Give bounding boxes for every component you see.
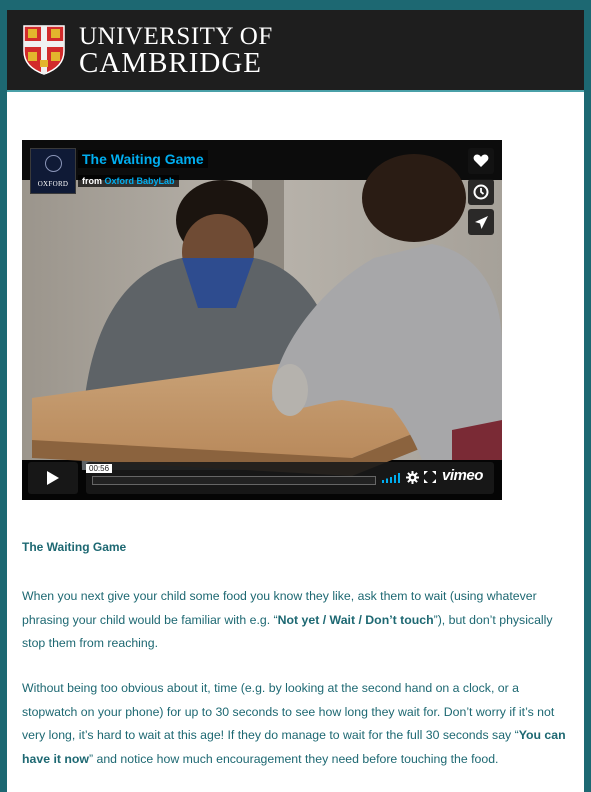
paragraph-2: Without being too obvious about it, time… [22,677,572,771]
article-heading: The Waiting Game [22,540,127,554]
byline-prefix: from [82,176,102,186]
channel-portrait[interactable]: OXFORD [30,148,76,194]
wordmark-line2: CAMBRIDGE [79,47,263,79]
wordmark-line1: UNIVERSITY OF [79,23,273,50]
player-controls: 00:56 vimeo [28,462,496,494]
vimeo-player[interactable]: OXFORD The Waiting Game from Oxford Baby… [22,140,502,500]
gear-icon[interactable] [406,471,419,484]
playbar: 00:56 vimeo [86,462,494,494]
video-byline: from Oxford BabyLab [78,175,179,187]
paragraph-1: When you next give your child some food … [22,585,572,656]
portrait-label: OXFORD [37,180,69,188]
fullscreen-icon[interactable] [424,471,436,483]
site-header: UNIVERSITY OF CAMBRIDGE [7,10,584,90]
heart-icon [473,154,489,167]
oxford-crest-icon [45,155,62,172]
p2-text-a: Without being too obvious about it, time… [22,681,555,742]
clock-icon [473,184,489,200]
vimeo-logo[interactable]: vimeo [442,467,483,484]
play-button[interactable] [28,462,78,494]
article: The Waiting Game When you next give your… [22,540,572,766]
timecode: 00:56 [86,464,113,473]
progress-track[interactable] [92,476,376,485]
cambridge-crest-icon[interactable] [23,25,65,75]
p1-emphasis: Not yet / Wait / Don’t touch [277,612,434,627]
author-link[interactable]: Oxford BabyLab [105,176,175,186]
video-title-link[interactable]: The Waiting Game [78,150,208,168]
university-wordmark[interactable]: UNIVERSITY OF CAMBRIDGE [79,23,273,79]
volume-icon[interactable] [382,473,402,483]
watch-later-button[interactable] [468,179,494,205]
share-button[interactable] [468,209,494,235]
p2-text-b: ” and notice how much encouragement they… [88,751,499,766]
video-frame [22,140,502,500]
send-icon [474,215,488,229]
play-icon [47,471,59,485]
like-button[interactable] [468,148,494,174]
